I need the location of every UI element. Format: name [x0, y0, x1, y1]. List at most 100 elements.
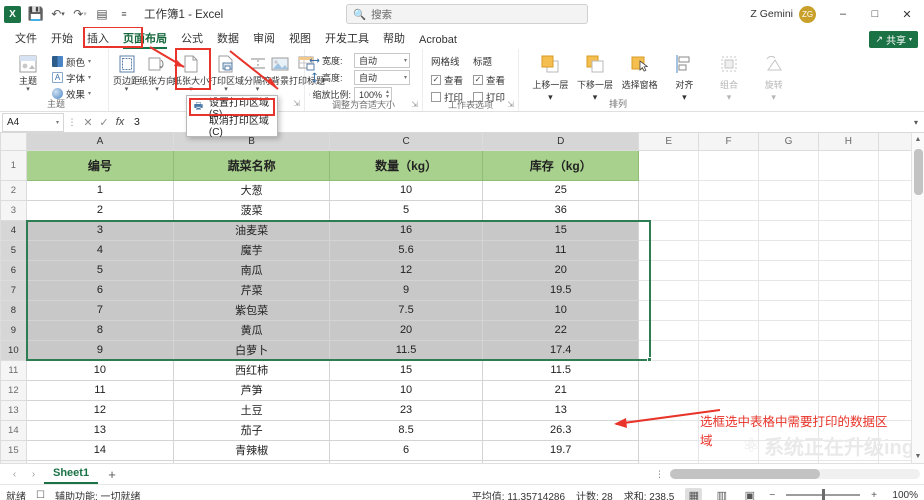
page-break-view-icon[interactable]: ▣ [741, 488, 758, 500]
cell-B15[interactable]: 青辣椒 [173, 439, 330, 461]
cell-B6[interactable]: 南瓜 [173, 259, 330, 281]
background-button[interactable]: 背景 [271, 51, 289, 86]
cell-B11[interactable]: 西红柿 [173, 359, 330, 381]
cell-A3[interactable]: 2 [25, 199, 175, 221]
cell-G6[interactable] [758, 259, 819, 281]
cell-A4[interactable]: 3 [25, 219, 175, 241]
horizontal-scrollbar[interactable] [670, 469, 920, 479]
zoom-in-button[interactable]: + [871, 490, 877, 500]
next-sheet-icon[interactable]: › [25, 469, 42, 480]
cell-C10[interactable]: 11.5 [328, 339, 484, 361]
cell-D8[interactable]: 10 [482, 299, 640, 321]
theme-colors-button[interactable]: 颜色 ▾ [49, 54, 94, 69]
cell-C8[interactable]: 7.5 [328, 299, 484, 321]
cell-E3[interactable] [638, 199, 700, 221]
cell-E11[interactable] [638, 359, 700, 381]
cell-G8[interactable] [758, 299, 819, 321]
row-header-15[interactable]: 15 [0, 439, 27, 461]
cell-D7[interactable]: 19.5 [482, 279, 640, 301]
tab-developer[interactable]: 开发工具 [318, 29, 376, 49]
cell-E1[interactable] [638, 149, 700, 181]
cell-H8[interactable] [817, 299, 879, 321]
page-layout-view-icon[interactable]: ▥ [713, 488, 730, 500]
column-header-f[interactable]: F [698, 133, 760, 151]
cell-B8[interactable]: 紫包菜 [173, 299, 330, 321]
cell-D2[interactable]: 25 [482, 179, 640, 201]
cell-D10[interactable]: 17.4 [482, 339, 640, 361]
menu-item-clear-print-area[interactable]: 取消打印区域(C) [187, 116, 277, 138]
cell-A1[interactable]: 编号 [25, 149, 175, 181]
cell-A6[interactable]: 5 [25, 259, 175, 281]
cell-A7[interactable]: 6 [25, 279, 175, 301]
cell-B5[interactable]: 魔芋 [173, 239, 330, 261]
cell-C13[interactable]: 23 [328, 399, 484, 421]
cell-E4[interactable] [638, 219, 700, 241]
cell-H1[interactable] [817, 149, 879, 181]
restore-button[interactable]: □ [860, 1, 890, 27]
cell-H4[interactable] [817, 219, 879, 241]
row-header-14[interactable]: 14 [0, 419, 27, 441]
breaks-button[interactable]: 分隔符 ▾ [244, 51, 271, 93]
cell-H2[interactable] [817, 179, 879, 201]
cell-F3[interactable] [698, 199, 760, 221]
cell-E14[interactable] [638, 419, 700, 441]
save-icon[interactable]: 💾 [26, 4, 46, 24]
cell-D5[interactable]: 11 [482, 239, 640, 261]
share-button[interactable]: ↗ 共享 ▾ [869, 31, 918, 48]
zoom-slider-thumb[interactable] [822, 489, 826, 500]
cell-B4[interactable]: 油麦菜 [173, 219, 330, 241]
redo-icon[interactable]: ↷ ▾ [70, 4, 90, 24]
cell-F8[interactable] [698, 299, 760, 321]
cell-C1[interactable]: 数量（kg） [328, 149, 484, 181]
cell-G11[interactable] [758, 359, 819, 381]
accessibility-status[interactable]: 辅助功能: 一切就绪 [55, 488, 141, 500]
avatar[interactable]: ZG [799, 5, 816, 23]
add-sheet-button[interactable]: + [100, 467, 124, 482]
accessibility-icon[interactable]: ☐ [36, 490, 45, 500]
cell-G12[interactable] [758, 379, 819, 401]
cell-E7[interactable] [638, 279, 700, 301]
tab-file[interactable]: 文件 [8, 29, 44, 49]
touch-mode-icon[interactable]: ▤ [92, 4, 112, 24]
cell-F6[interactable] [698, 259, 760, 281]
row-header-10[interactable]: 10 [0, 339, 27, 361]
cell-H9[interactable] [817, 319, 879, 341]
horizontal-scroll-thumb[interactable] [670, 469, 820, 479]
cell-E8[interactable] [638, 299, 700, 321]
spinner-icon[interactable]: ▴ ▾ [386, 89, 389, 100]
scroll-up-icon[interactable]: ▲ [912, 133, 924, 146]
dialog-launcher-icon[interactable]: ⇲ [411, 98, 418, 111]
vertical-scrollbar[interactable]: ▲ ▼ [911, 133, 924, 463]
cell-A8[interactable]: 7 [25, 299, 175, 321]
close-button[interactable]: ✕ [892, 1, 922, 27]
expand-formula-bar-icon[interactable]: ▾ [908, 118, 924, 127]
vertical-scroll-thumb[interactable] [914, 149, 923, 195]
name-box[interactable]: A4 ▾ [2, 112, 64, 132]
select-all-corner[interactable] [0, 133, 27, 151]
cell-A9[interactable]: 8 [25, 319, 175, 341]
account-name[interactable]: Z Gemini [750, 8, 793, 20]
row-header-11[interactable]: 11 [0, 359, 27, 381]
tab-formulas[interactable]: 公式 [174, 29, 210, 49]
cell-H7[interactable] [817, 279, 879, 301]
chevron-down-icon[interactable]: ▾ [224, 86, 228, 93]
cell-C4[interactable]: 16 [328, 219, 484, 241]
size-button[interactable]: 纸张大小 ▾ [173, 51, 209, 93]
margins-button[interactable]: 页边距 ▾ [113, 51, 140, 93]
tab-acrobat[interactable]: Acrobat [412, 33, 464, 49]
cell-A5[interactable]: 4 [25, 239, 175, 261]
cell-C12[interactable]: 10 [328, 379, 484, 401]
sheet-tab-sheet1[interactable]: Sheet1 [44, 464, 99, 484]
zoom-out-button[interactable]: − [769, 490, 775, 500]
scroll-down-icon[interactable]: ▼ [912, 450, 924, 463]
row-header-8[interactable]: 8 [0, 299, 27, 321]
minimize-button[interactable]: – [828, 1, 858, 27]
cell-E13[interactable] [638, 399, 700, 421]
cell-H5[interactable] [817, 239, 879, 261]
row-header-1[interactable]: 1 [0, 149, 27, 181]
cell-B2[interactable]: 大葱 [173, 179, 330, 201]
cell-C6[interactable]: 12 [328, 259, 484, 281]
column-header-h[interactable]: H [817, 133, 879, 151]
cell-B3[interactable]: 菠菜 [173, 199, 330, 221]
chevron-down-icon[interactable]: ▾ [88, 90, 91, 97]
